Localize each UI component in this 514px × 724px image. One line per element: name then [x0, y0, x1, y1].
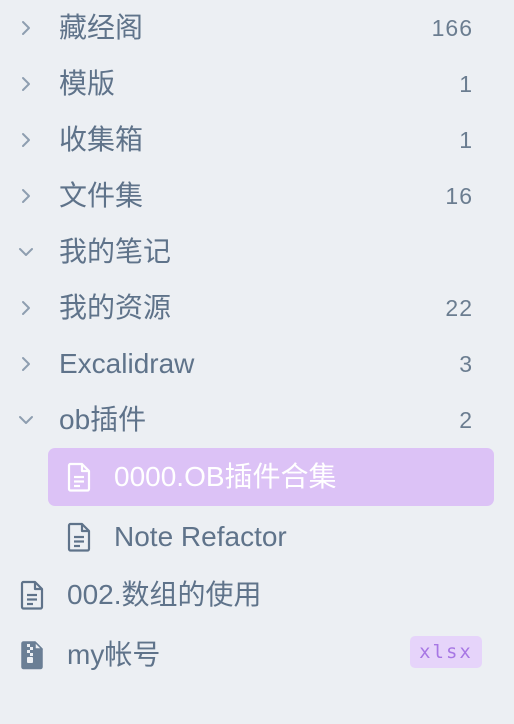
file-label: 002.数组的使用 — [67, 579, 262, 610]
folder-count: 166 — [431, 15, 473, 41]
document-icon — [66, 462, 92, 492]
folder-row-files[interactable]: 文件集 16 — [0, 168, 514, 224]
chevron-down-icon[interactable] — [15, 241, 37, 263]
chevron-right-icon[interactable] — [15, 17, 37, 39]
file-row-my-account[interactable]: my帐号 xlsx — [0, 626, 514, 684]
file-explorer-tree: 藏经阁 166 模版 1 收集箱 1 文件集 16 我的笔记 我的资源 22 E… — [0, 0, 514, 724]
document-icon — [19, 580, 45, 610]
folder-count: 22 — [445, 295, 473, 321]
folder-row-templates[interactable]: 模版 1 — [0, 56, 514, 112]
file-label: Note Refactor — [114, 521, 287, 552]
file-row-ob-plugin-collection[interactable]: 0000.OB插件合集 — [48, 448, 494, 506]
folder-row-cangjingge[interactable]: 藏经阁 166 — [0, 0, 514, 56]
folder-row-inbox[interactable]: 收集箱 1 — [0, 112, 514, 168]
folder-row-my-notes[interactable]: 我的笔记 — [0, 224, 514, 280]
chevron-right-icon[interactable] — [15, 129, 37, 151]
file-row-array-usage[interactable]: 002.数组的使用 — [0, 566, 514, 624]
folder-count: 1 — [459, 71, 473, 97]
folder-label: 文件集 — [59, 180, 144, 211]
folder-count: 16 — [445, 183, 473, 209]
folder-label: ob插件 — [59, 404, 147, 435]
folder-label: 藏经阁 — [59, 12, 144, 43]
chevron-right-icon[interactable] — [15, 185, 37, 207]
folder-label: 我的笔记 — [59, 236, 172, 267]
folder-count: 3 — [459, 351, 473, 377]
folder-row-ob-plugins[interactable]: ob插件 2 — [0, 392, 514, 448]
folder-count: 1 — [459, 127, 473, 153]
document-icon — [66, 522, 92, 552]
chevron-down-icon[interactable] — [15, 409, 37, 431]
file-label: 0000.OB插件合集 — [114, 461, 337, 492]
folder-row-excalidraw[interactable]: Excalidraw 3 — [0, 336, 514, 392]
folder-label: 我的资源 — [59, 292, 172, 323]
folder-row-my-resources[interactable]: 我的资源 22 — [0, 280, 514, 336]
folder-label: Excalidraw — [59, 348, 195, 379]
chevron-right-icon[interactable] — [15, 73, 37, 95]
folder-label: 收集箱 — [59, 124, 144, 155]
chevron-right-icon[interactable] — [15, 297, 37, 319]
chevron-right-icon[interactable] — [15, 353, 37, 375]
archive-file-icon — [19, 640, 45, 670]
folder-label: 模版 — [59, 68, 116, 99]
file-label: my帐号 — [67, 639, 161, 670]
file-row-note-refactor[interactable]: Note Refactor — [48, 508, 494, 566]
file-extension-badge: xlsx — [410, 636, 482, 668]
folder-count: 2 — [459, 407, 473, 433]
